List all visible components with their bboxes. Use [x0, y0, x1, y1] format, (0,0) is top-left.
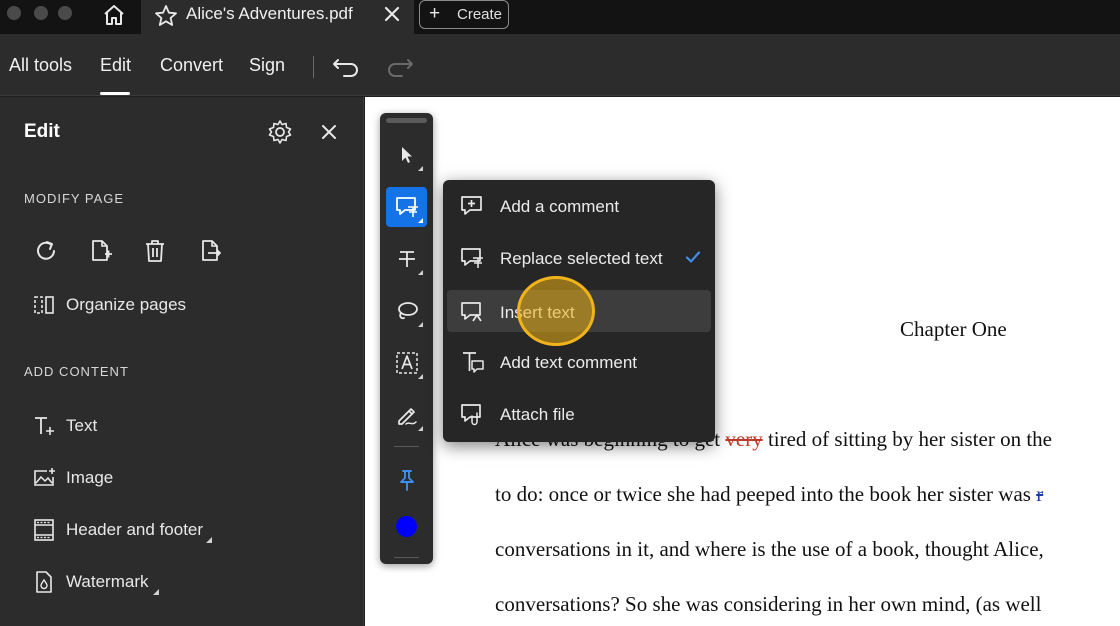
- close-panel-icon[interactable]: [320, 123, 338, 141]
- submenu-indicator: [418, 270, 423, 275]
- panel-title: Edit: [24, 121, 60, 142]
- window-close-control[interactable]: [7, 6, 21, 20]
- menu-all-tools[interactable]: All tools: [9, 55, 72, 76]
- palette-drag-handle[interactable]: [386, 118, 427, 123]
- document-tab[interactable]: Alice's Adventures.pdf: [141, 0, 414, 34]
- lasso-tool[interactable]: [386, 291, 427, 331]
- menu-item-add-text-comment[interactable]: Add text comment: [447, 340, 711, 382]
- watermark-item[interactable]: Watermark: [32, 567, 149, 597]
- document-line: conversations in it, and where is the us…: [495, 537, 1044, 561]
- submenu-indicator: [418, 166, 423, 171]
- redo-icon[interactable]: [384, 52, 414, 80]
- pin-icon: [399, 470, 414, 491]
- select-tool[interactable]: [386, 135, 427, 175]
- lasso-icon: [397, 302, 418, 320]
- add-image-item[interactable]: Image: [32, 463, 113, 493]
- strikethrough-tool[interactable]: [386, 239, 427, 279]
- pen-icon: [397, 408, 417, 425]
- add-content-heading: ADD CONTENT: [24, 364, 129, 379]
- add-text-item[interactable]: Text: [32, 411, 97, 441]
- header-footer-icon: [32, 518, 56, 542]
- struck-text: r: [1036, 482, 1044, 506]
- window-minimize-control[interactable]: [34, 6, 48, 20]
- chapter-heading: Chapter One: [900, 317, 1007, 341]
- submenu-indicator: [418, 322, 423, 327]
- color-picker-swatch[interactable]: [396, 516, 417, 537]
- plus-icon: +: [429, 3, 441, 24]
- text-box-tool[interactable]: [386, 343, 427, 383]
- create-button[interactable]: + Create: [419, 0, 509, 29]
- extract-page-icon[interactable]: [198, 238, 224, 264]
- menu-item-replace-text[interactable]: Replace selected text: [447, 236, 711, 278]
- submenu-indicator: [418, 426, 423, 431]
- document-line: to do: once or twice she had peeped into…: [495, 482, 1044, 506]
- menu-item-add-comment[interactable]: Add a comment: [447, 184, 711, 226]
- menu-item-label: Replace selected text: [500, 249, 663, 268]
- insert-page-icon[interactable]: [88, 238, 114, 264]
- create-label: Create: [457, 6, 503, 23]
- palette-divider: [394, 557, 419, 558]
- delete-page-icon[interactable]: [142, 238, 168, 264]
- watermark-submenu-indicator: [153, 589, 159, 595]
- pin-tool[interactable]: [386, 460, 427, 500]
- organize-pages-icon: [32, 293, 56, 317]
- add-text-icon: [32, 414, 56, 438]
- menu-item-label: Add a comment: [500, 197, 620, 216]
- organize-pages-item[interactable]: Organize pages: [32, 290, 186, 320]
- organize-pages-label: Organize pages: [66, 295, 187, 314]
- title-bar: Alice's Adventures.pdf + Create: [0, 0, 1120, 34]
- pointer-icon: [401, 147, 412, 163]
- menu-item-label: Add text comment: [500, 353, 638, 372]
- menu-item-attach-file[interactable]: Attach file: [447, 392, 711, 434]
- palette-divider: [394, 446, 419, 447]
- gear-icon[interactable]: [267, 119, 293, 145]
- watermark-icon: [32, 570, 56, 594]
- tab-title: Alice's Adventures.pdf: [186, 4, 353, 23]
- add-comment-icon: [459, 193, 485, 219]
- home-icon[interactable]: [100, 2, 128, 28]
- menu-bar: All tools Edit Convert Sign: [0, 34, 1120, 96]
- active-menu-indicator: [100, 92, 130, 95]
- menu-convert[interactable]: Convert: [160, 55, 223, 76]
- struck-text: very: [725, 427, 763, 451]
- checkmark-icon: [684, 248, 702, 266]
- menu-edit[interactable]: Edit: [100, 55, 131, 76]
- submenu-indicator: [418, 218, 423, 223]
- close-tab-icon[interactable]: [382, 4, 402, 24]
- add-image-icon: [32, 466, 56, 490]
- header-footer-label: Header and footer: [66, 520, 204, 539]
- rotate-icon[interactable]: [33, 238, 59, 264]
- text-comment-icon: [459, 349, 485, 375]
- star-icon[interactable]: [153, 3, 179, 34]
- quick-tools-palette: [380, 113, 433, 564]
- text-edit-tool[interactable]: [386, 187, 427, 227]
- header-footer-submenu-indicator: [206, 537, 212, 543]
- menu-divider: [313, 56, 314, 78]
- insert-text-icon: [459, 299, 485, 325]
- submenu-indicator: [418, 374, 423, 379]
- strikethrough-icon: [398, 251, 415, 267]
- undo-icon[interactable]: [332, 52, 362, 80]
- menu-item-label: Attach file: [500, 405, 575, 424]
- modify-page-heading: MODIFY PAGE: [24, 191, 125, 206]
- edit-panel: Edit MODIFY PAGE Organize pages ADD CONT…: [0, 97, 364, 626]
- text-box-icon: [395, 352, 418, 374]
- attach-file-icon: [459, 401, 485, 427]
- replace-text-icon: [459, 245, 485, 271]
- watermark-label: Watermark: [66, 572, 149, 591]
- draw-tool[interactable]: [386, 395, 427, 435]
- header-footer-item[interactable]: Header and footer: [32, 515, 203, 545]
- document-line: conversations? So she was considering in…: [495, 592, 1042, 616]
- comment-text-icon: [395, 197, 418, 217]
- window-zoom-control[interactable]: [58, 6, 72, 20]
- click-indicator: [517, 276, 595, 346]
- add-image-label: Image: [66, 468, 114, 487]
- add-text-label: Text: [66, 416, 98, 435]
- menu-sign[interactable]: Sign: [249, 55, 285, 76]
